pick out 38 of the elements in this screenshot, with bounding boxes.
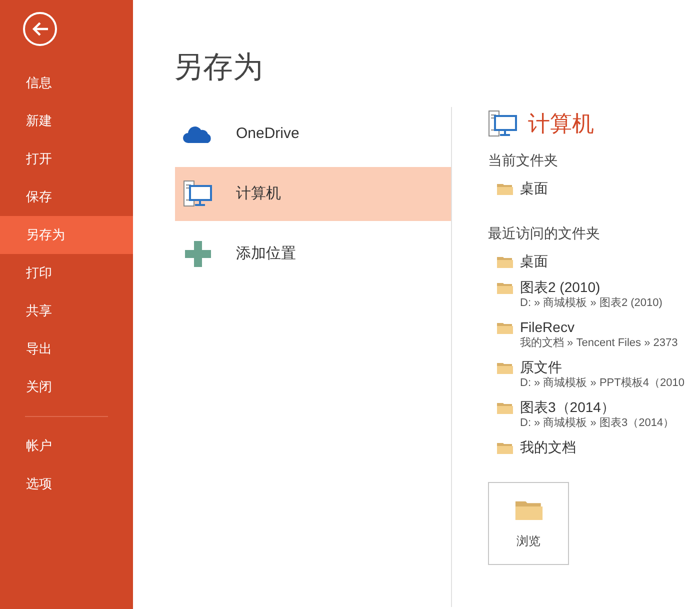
menu-item[interactable]: 保存	[0, 178, 133, 216]
page-title: 另存为	[173, 50, 263, 86]
menu-item[interactable]: 打印	[0, 254, 133, 292]
folder-item[interactable]: FileRecv 我的文档 » Tencent Files » 2373	[488, 318, 700, 350]
folder-item[interactable]: 桌面	[488, 179, 700, 197]
section-heading: 当前文件夹	[488, 151, 559, 170]
folder-icon	[497, 281, 513, 294]
place-item[interactable]: 添加位置	[175, 227, 451, 281]
computer-icon	[183, 180, 213, 208]
menu-item[interactable]: 关闭	[0, 368, 133, 406]
folder-item[interactable]: 图表3（2014） D: » 商城模板 » 图表3（2014）	[488, 398, 700, 430]
computer-icon	[488, 110, 518, 138]
menu-item[interactable]: 信息	[0, 64, 133, 102]
folder-item[interactable]: 原文件 D: » 商城模板 » PPT模板4（2010	[488, 358, 700, 390]
browse-button[interactable]: 浏览	[488, 482, 569, 565]
folder-icon	[497, 321, 513, 334]
plus-icon	[185, 241, 211, 267]
back-button[interactable]	[23, 12, 57, 46]
panel-title: 计算机	[528, 110, 594, 138]
folder-icon	[497, 401, 513, 414]
menu-item[interactable]: 选项	[0, 465, 133, 503]
folder-item[interactable]: 我的文档	[488, 438, 700, 456]
cloud-icon	[182, 124, 214, 144]
menu-item[interactable]: 打开	[0, 140, 133, 178]
folder-icon	[497, 441, 513, 454]
folder-icon	[497, 182, 513, 195]
back-arrow-icon	[31, 21, 49, 37]
folder-item[interactable]: 图表2 (2010) D: » 商城模板 » 图表2 (2010)	[488, 278, 700, 310]
place-item[interactable]: OneDrive	[175, 107, 451, 161]
menu-item[interactable]: 帐户	[0, 427, 133, 465]
folder-icon	[497, 361, 513, 374]
menu-item[interactable]: 共享	[0, 292, 133, 330]
menu-item[interactable]: 导出	[0, 330, 133, 368]
folder-icon	[497, 255, 513, 268]
section-heading: 最近访问的文件夹	[488, 224, 601, 243]
place-item[interactable]: 计算机	[175, 167, 451, 221]
menu-item[interactable]: 新建	[0, 102, 133, 140]
folder-item[interactable]: 桌面	[488, 252, 700, 270]
